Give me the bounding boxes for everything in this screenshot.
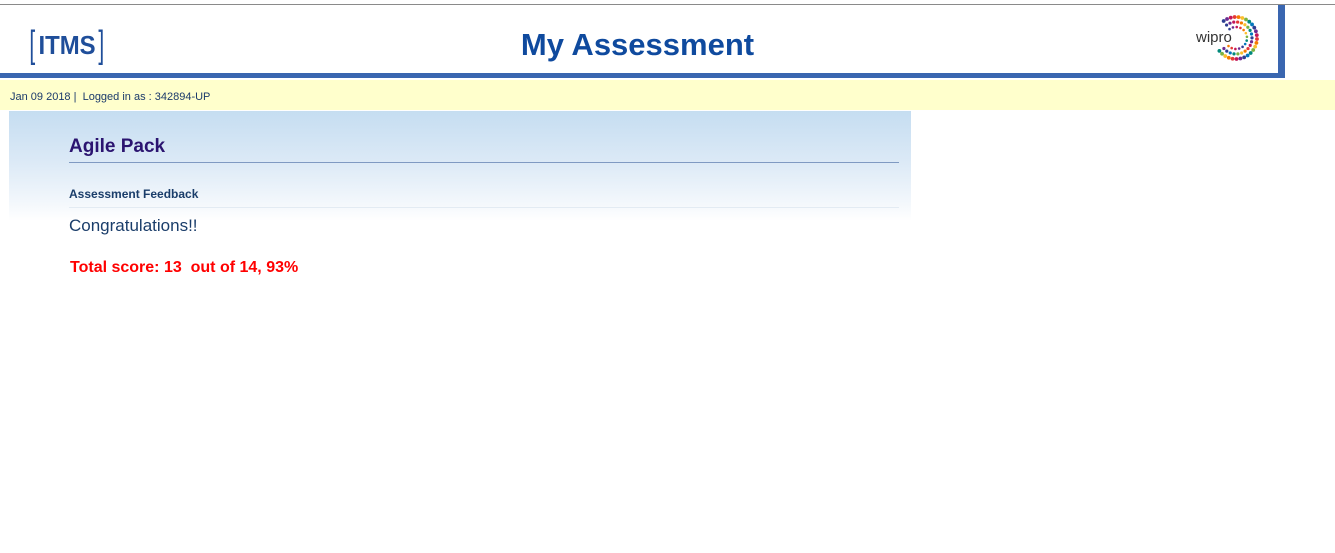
wipro-logo: wipro — [1190, 12, 1262, 68]
session-info: Jan 09 2018 | Logged in as : 342894-UP — [10, 91, 211, 103]
pack-title-divider — [69, 162, 899, 163]
app-header: [ ITMS ] My Assessment — [0, 5, 1280, 73]
status-bar: Jan 09 2018 | Logged in as : 342894-UP — [0, 80, 1335, 110]
congratulations-message: Congratulations!! — [69, 216, 198, 235]
feedback-panel — [9, 111, 911, 221]
section-divider — [69, 207, 899, 208]
header-right-border — [1278, 5, 1285, 78]
wipro-logo-text: wipro — [1196, 29, 1232, 46]
pack-title: Agile Pack — [69, 136, 166, 157]
header-bottom-border — [0, 73, 1285, 78]
total-score: Total score: 13 out of 14, 93% — [70, 259, 299, 276]
page-title: My Assessment — [520, 27, 755, 62]
section-heading: Assessment Feedback — [69, 187, 199, 201]
